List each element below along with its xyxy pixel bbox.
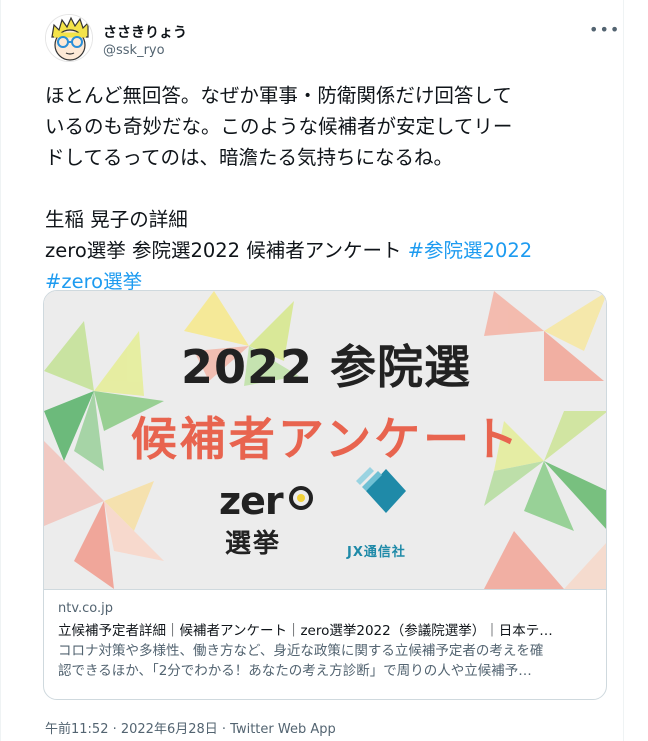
tweet-link-title: 生稲 晃子の詳細 (45, 208, 188, 231)
card-description-line: コロナ対策や多様性、働き方など、身近な政策に関する立候補予定者の考えを確 (58, 643, 544, 659)
avatar[interactable] (45, 14, 93, 62)
card-domain: ntv.co.jp (58, 601, 114, 616)
jx-logo-text: JX通信社 (347, 545, 406, 560)
link-card[interactable]: 2022 参院選 候補者アンケート zer 選挙 JX通信社 ntv.co.jp… (43, 290, 607, 700)
card-image-subheadline: 候補者アンケート (130, 412, 522, 466)
more-horizontal-icon[interactable]: ••• (589, 20, 620, 39)
card-description-line: 認できるほか、「2分でわかる！あなたの考え方診断」で周りの人や立候補予… (58, 663, 532, 679)
card-meta[interactable]: ntv.co.jp 立候補予定者詳細｜候補者アンケート｜zero選挙2022（参… (44, 589, 606, 699)
tweet-container: ささきりょう @ssk_ryo ••• ほとんど無回答。なぜか軍事・防衛関係だけ… (0, 0, 624, 741)
tweet-text: ほとんど無回答。なぜか軍事・防衛関係だけ回答して いるのも奇妙だな。このような候… (45, 80, 605, 297)
card-title: 立候補予定者詳細｜候補者アンケート｜zero選挙2022（参議院選挙）｜日本テ… (58, 623, 553, 639)
zero-logo-subtext: 選挙 (225, 529, 282, 559)
tweet-timestamp[interactable]: 午前11:52 · 2022年6月28日 · Twitter Web App (45, 718, 336, 737)
card-image-headline: 2022 参院選 (180, 340, 472, 394)
zero-logo-dot (297, 494, 305, 502)
tweet-link-text: zero選挙 参院選2022 候補者アンケート (45, 239, 408, 262)
zero-logo-text: zer (219, 479, 284, 523)
user-handle[interactable]: @ssk_ryo (103, 43, 165, 58)
display-name[interactable]: ささきりょう (103, 22, 187, 42)
tweet-line: ほとんど無回答。なぜか軍事・防衛関係だけ回答して (45, 84, 512, 107)
tweet-line: いるのも奇妙だな。このような候補者が安定してリー (45, 115, 513, 138)
card-image[interactable]: 2022 参院選 候補者アンケート zer 選挙 JX通信社 (44, 291, 606, 589)
tweet-line: ドしてるってのは、暗澹たる気持ちになるね。 (45, 146, 453, 169)
tweet-link-line: zero選挙 参院選2022 候補者アンケート #参院選2022 (45, 235, 605, 266)
avatar-illustration (46, 15, 92, 61)
hashtag-sanin2022[interactable]: #参院選2022 (408, 239, 532, 262)
